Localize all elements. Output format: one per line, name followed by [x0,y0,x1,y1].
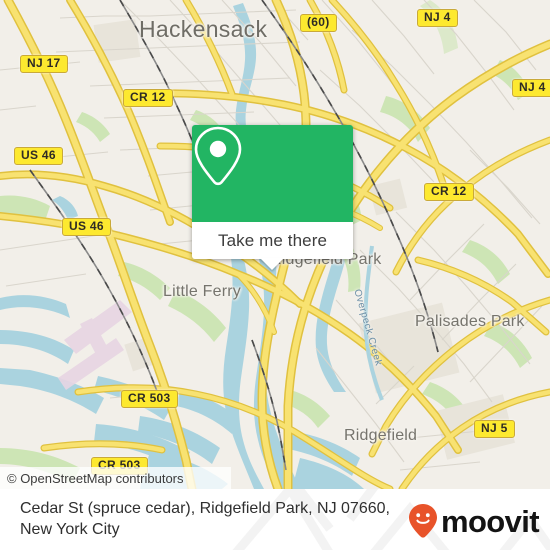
screenshot-root: Hackensack Little Ferry Ridgefield Park … [0,0,550,550]
shield-us-46-west[interactable]: US 46 [14,147,63,165]
moovit-wordmark: moovit [440,503,540,539]
footer-address-line-1: Cedar St (spruce cedar), Ridgefield Park… [20,500,390,517]
shield-cr-12-east[interactable]: CR 12 [424,183,474,201]
footer-address-line-2: New York City [20,521,120,538]
footer-bar: Cedar St (spruce cedar), Ridgefield Park… [0,489,550,550]
map-attribution[interactable]: © OpenStreetMap contributors [0,467,231,489]
shield-nj-4-east[interactable]: NJ 4 [512,79,550,97]
shield-nj-17[interactable]: NJ 17 [20,55,68,73]
shield-cr-12-north[interactable]: CR 12 [123,89,173,107]
take-me-there-label: Take me there [217,230,328,250]
location-popup[interactable]: Take me there [192,125,353,270]
take-me-there-button[interactable]: Take me there [192,222,353,259]
footer-address: Cedar St (spruce cedar), Ridgefield Park… [20,498,400,540]
moovit-pin-smiley-icon [408,504,437,538]
popup-pointer-tail [260,258,284,270]
map-attribution-text: © OpenStreetMap contributors [7,470,184,486]
shield-cr-503-upper[interactable]: CR 503 [121,390,178,408]
map-canvas[interactable]: Hackensack Little Ferry Ridgefield Park … [0,0,550,489]
shield-60[interactable]: (60) [300,14,337,32]
shield-us-46-south[interactable]: US 46 [62,218,111,236]
popup-header [192,125,353,222]
shield-nj-4-north[interactable]: NJ 4 [417,9,458,27]
map-pin-icon [194,126,242,186]
shield-nj-5[interactable]: NJ 5 [474,420,515,438]
moovit-logo[interactable]: moovit [408,503,540,539]
